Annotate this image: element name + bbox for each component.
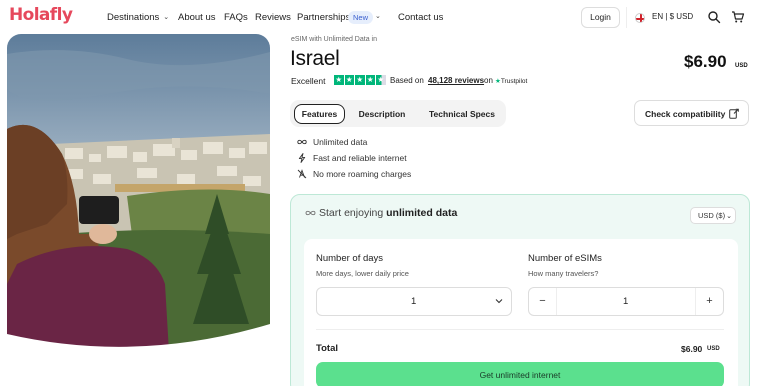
currency-select[interactable]: USD ($)⌄ (690, 207, 736, 224)
star-icon: ★ (344, 75, 354, 85)
feature-text: No more roaming charges (313, 169, 412, 179)
nav-destinations[interactable]: Destinations ⌄ (107, 12, 169, 23)
decrement-button[interactable]: − (529, 288, 557, 315)
language-currency-selector[interactable]: EN | $ USD (626, 7, 696, 28)
esims-quantity-stepper: − 1 + (528, 287, 724, 316)
cart-icon[interactable] (731, 10, 745, 24)
page-title: Israel (290, 47, 340, 70)
days-value: 1 (411, 296, 417, 307)
purchase-panel: Start enjoying unlimited data USD ($)⌄ N… (290, 194, 750, 386)
new-badge: New (348, 11, 374, 24)
lightning-icon (298, 153, 306, 163)
nav-faqs[interactable]: FAQs (224, 12, 248, 23)
no-roaming-icon (297, 169, 307, 179)
tab-description[interactable]: Description (352, 104, 412, 124)
price-currency: USD (735, 63, 748, 69)
login-button[interactable]: Login (581, 7, 620, 28)
check-compatibility-button[interactable]: Check compatibility (634, 100, 749, 126)
total-currency: USD (707, 346, 720, 352)
feature-text: Unlimited data (313, 137, 368, 147)
trustpilot-stars: ★ ★ ★ ★ ★ (334, 75, 386, 85)
increment-button[interactable]: + (695, 288, 723, 315)
nav-about-us[interactable]: About us (178, 12, 216, 23)
breadcrumb: eSIM with Unlimited Data in (291, 36, 377, 43)
currency-select-value: USD ($) (698, 211, 726, 220)
days-select[interactable]: 1 (316, 287, 512, 316)
tab-technical-specs[interactable]: Technical Specs (422, 104, 502, 124)
based-on-text: Based on (390, 76, 424, 85)
esims-label: Number of eSIMs (528, 253, 602, 264)
panel-heading-prefix: Start enjoying (319, 207, 384, 219)
star-icon: ★ (365, 75, 375, 85)
on-text: on (484, 76, 493, 85)
rating-label: Excellent (291, 76, 326, 86)
trustpilot-logo: ★Trustpilot (495, 77, 527, 85)
flag-icon (635, 13, 645, 23)
language-currency-label: EN | $ USD (652, 12, 694, 21)
chevron-down-icon: ⌄ (163, 14, 170, 21)
star-icon: ★ (334, 75, 344, 85)
star-icon: ★ (355, 75, 365, 85)
total-label: Total (316, 343, 338, 354)
divider (316, 329, 724, 330)
esims-sublabel: How many travelers? (528, 269, 599, 278)
panel-heading: Start enjoying unlimited data (305, 207, 457, 219)
days-label: Number of days (316, 253, 384, 264)
days-sublabel: More days, lower daily price (316, 269, 409, 278)
reviews-link[interactable]: 48,128 reviews (428, 76, 484, 85)
purchase-card: Number of days More days, lower daily pr… (304, 239, 738, 386)
trustpilot-name: Trustpilot (500, 77, 528, 85)
product-tabs: Features Description Technical Specs (290, 100, 506, 127)
nav-destinations-label: Destinations (107, 12, 160, 23)
esims-value[interactable]: 1 (623, 296, 628, 307)
price: $6.90 (684, 52, 727, 71)
infinity-icon (297, 139, 307, 145)
external-check-icon (729, 108, 739, 119)
chevron-down-icon (495, 299, 503, 304)
feature-text: Fast and reliable internet (313, 153, 407, 163)
chevron-down-icon: ⌄ (726, 213, 732, 220)
total-value: $6.90 (681, 344, 703, 354)
tab-features[interactable]: Features (294, 104, 345, 124)
search-icon[interactable] (707, 10, 721, 24)
panel-heading-bold: unlimited data (386, 207, 458, 219)
nav-reviews[interactable]: Reviews (255, 12, 291, 23)
nav-partnerships[interactable]: Partnerships (297, 12, 350, 23)
infinity-icon (305, 211, 316, 216)
nav-contact-us[interactable]: Contact us (398, 12, 443, 23)
hero-image (7, 34, 270, 352)
check-compatibility-label: Check compatibility (645, 109, 726, 119)
get-unlimited-internet-button[interactable]: Get unlimited internet (316, 362, 724, 386)
partnerships-chevron-icon[interactable]: ⌄ (375, 11, 381, 22)
star-half-icon: ★ (376, 75, 386, 85)
holafly-logo[interactable]: Holafly (9, 5, 73, 25)
top-navbar: Holafly Destinations ⌄ About us FAQs Revi… (0, 0, 768, 34)
